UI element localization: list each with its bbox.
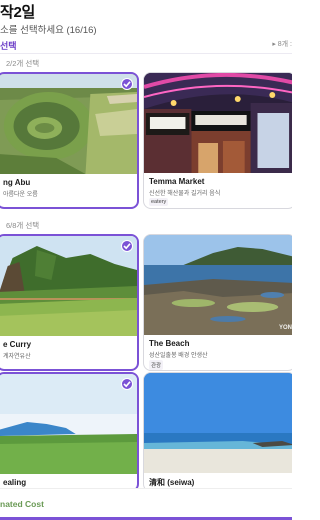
place-info: e Curry 계자연유산 [0, 336, 137, 369]
place-photo [144, 373, 292, 473]
selected-check-icon[interactable] [121, 378, 133, 390]
place-card-seiwa[interactable]: 清和 (seiwa) [143, 372, 292, 492]
selected-check-icon[interactable] [121, 240, 133, 252]
place-photo [0, 374, 137, 474]
place-tag: 관광 [149, 360, 164, 370]
place-card-curry[interactable]: e Curry 계자연유산 [0, 234, 139, 371]
more-button[interactable]: ▸ 8개 : [272, 39, 292, 49]
bottom-bar: nated Cost [0, 488, 292, 520]
place-name: Temma Market [149, 177, 205, 186]
place-name: The Beach [149, 339, 190, 348]
place-selection-screen: 작2일 소를 선택하세요 (16/16) 선택 ▸ 8개 : 2/2개 선택 n… [0, 0, 292, 520]
place-description: 계자연유산 [3, 354, 31, 360]
place-name: e Curry [3, 340, 32, 349]
place-info: ng Abu 아름다운 오름 [0, 174, 137, 207]
page-title: 작2일 [0, 4, 36, 21]
place-tag: eatery [149, 198, 169, 206]
place-name: ng Abu [3, 178, 31, 187]
group-count-label: 6/8개 선택 [6, 221, 40, 230]
tab-selection[interactable]: 선택 [0, 39, 17, 52]
place-description: 아름다운 오름 [3, 192, 38, 198]
place-description: 신선한 해산물과 길거리 음식 [149, 191, 221, 197]
place-photo [0, 74, 137, 174]
group-count-label: 2/2개 선택 [6, 59, 40, 68]
estimated-cost-label[interactable]: nated Cost [0, 499, 44, 509]
photo-watermark: YON [278, 325, 292, 331]
place-photo [0, 236, 137, 336]
place-photo: YON [144, 235, 292, 335]
place-card-temma-market[interactable]: Temma Market 신선한 해산물과 길거리 음식 eatery [143, 72, 292, 209]
place-info: Temma Market 신선한 해산물과 길거리 음식 eatery [144, 173, 292, 208]
place-photo [144, 73, 292, 173]
header-divider [0, 53, 292, 54]
place-card-abu[interactable]: ng Abu 아름다운 오름 [0, 72, 139, 209]
place-name: 清和 (seiwa) [149, 478, 195, 487]
place-info: The Beach 성산일출봉 배경 안생산 관광 [144, 335, 292, 370]
place-card-healing[interactable]: ealing [0, 372, 139, 492]
selected-check-icon[interactable] [121, 78, 133, 90]
place-name: ealing [3, 478, 27, 487]
place-card-the-beach[interactable]: YON The Beach 성산일출봉 배경 안생산 관광 [143, 234, 292, 371]
page-subtitle: 소를 선택하세요 (16/16) [0, 25, 97, 36]
place-description: 성산일출봉 배경 안생산 [149, 353, 208, 359]
